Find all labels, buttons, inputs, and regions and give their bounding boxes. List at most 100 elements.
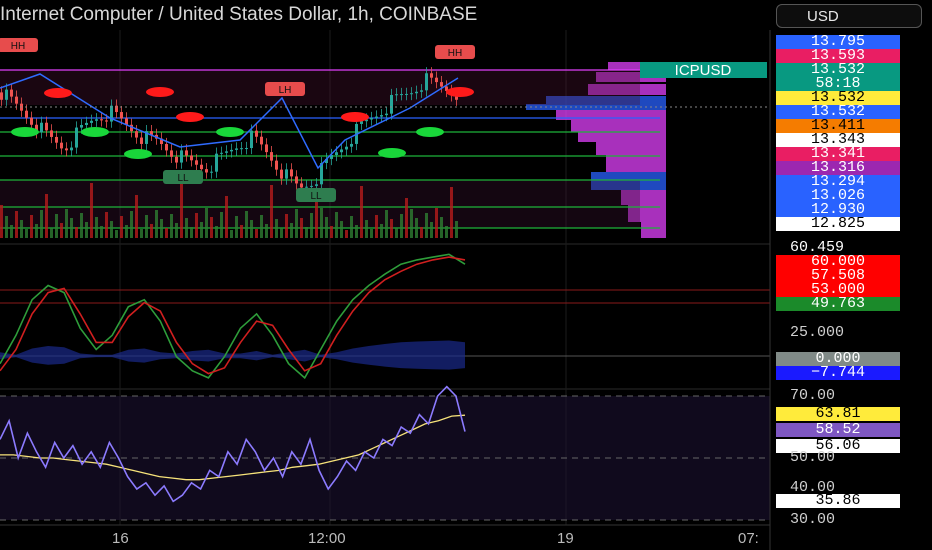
volume-bar [15, 211, 18, 238]
volume-bar [65, 209, 68, 238]
candle-body [60, 142, 63, 149]
axis-price-tag: 30.00 [790, 511, 836, 528]
volume-bar [205, 208, 208, 238]
candle-body [195, 160, 198, 165]
candle-body [240, 148, 243, 150]
signal-dot [378, 148, 406, 158]
candle-body [380, 115, 383, 117]
candle-body [310, 185, 313, 187]
volume-bar [90, 183, 93, 238]
volume-bar [0, 205, 3, 238]
candle-body [210, 171, 213, 173]
volume-bar [295, 209, 298, 238]
volume-bar [410, 209, 413, 238]
candle-body [45, 122, 48, 131]
axis-price-tag: 63.81 [776, 406, 900, 421]
candle-body [70, 147, 73, 151]
volume-profile-bar [641, 222, 666, 238]
candle-body [370, 118, 373, 120]
volume-bar [245, 211, 248, 238]
volume-bar [95, 217, 98, 238]
volume-bar [345, 230, 348, 238]
volume-bar [305, 227, 308, 238]
volume-bar [445, 226, 448, 238]
volume-bar [390, 219, 393, 238]
volume-bar [180, 184, 183, 238]
volume-bar [55, 214, 58, 238]
candle-body [340, 149, 343, 153]
candle-body [385, 113, 388, 116]
candle-body [10, 89, 13, 97]
candle-body [165, 144, 168, 151]
candle-body [120, 112, 123, 119]
candle-body [170, 150, 173, 157]
volume-bar [350, 216, 353, 238]
volume-bar [230, 230, 233, 238]
candle-body [15, 96, 18, 104]
candle-body [290, 169, 293, 177]
currency-selector[interactable]: USD [776, 4, 922, 28]
candle-body [65, 148, 68, 151]
volume-bar [405, 198, 408, 238]
candle-body [285, 169, 288, 179]
volume-bar [450, 187, 453, 238]
volume-bar [365, 220, 368, 238]
volume-bar [375, 215, 378, 238]
candle-body [235, 148, 238, 150]
candle-body [90, 120, 93, 123]
volume-bar [25, 229, 28, 238]
candle-body [295, 176, 298, 184]
volume-profile-bar [571, 120, 666, 132]
candle-body [190, 155, 193, 161]
volume-bar [335, 212, 338, 238]
volume-bar [150, 224, 153, 238]
candle-body [315, 184, 318, 186]
candle-body [220, 152, 223, 154]
candle-body [405, 93, 408, 95]
candle-body [435, 77, 438, 83]
candle-body [440, 82, 443, 87]
candle-body [305, 186, 308, 188]
volume-bar [115, 230, 118, 238]
volume-bar [315, 197, 318, 238]
volume-bar [105, 212, 108, 238]
volume-bar [155, 210, 158, 238]
pattern-label-text: LL [310, 191, 322, 202]
volume-bar [190, 227, 193, 238]
pattern-label-text: LL [177, 173, 189, 184]
candle-body [185, 150, 188, 156]
candle-body [390, 94, 393, 114]
signal-dot [44, 88, 72, 98]
candle-body [40, 122, 43, 133]
volume-bar [260, 215, 263, 238]
axis-price-tag: 35.86 [776, 493, 900, 508]
volume-bar [140, 229, 143, 238]
signal-dot [176, 112, 204, 122]
candle-body [25, 110, 28, 118]
volume-bar [275, 219, 278, 238]
candle-body [420, 90, 423, 92]
volume-bar [200, 222, 203, 238]
candle-body [410, 93, 413, 95]
candle-body [225, 151, 228, 153]
candle-body [335, 152, 338, 155]
volume-bar [165, 228, 168, 238]
candle-body [100, 119, 103, 121]
candle-body [5, 89, 8, 100]
volume-bar [160, 219, 163, 238]
candle-body [280, 169, 283, 179]
volume-bar [440, 217, 443, 238]
volume-bar [265, 224, 268, 238]
candle-body [270, 152, 273, 161]
symbol-label: ICPUSD [640, 62, 767, 79]
signal-dot [124, 149, 152, 159]
volume-bar [75, 227, 78, 238]
candle-body [300, 183, 303, 188]
candle-body [80, 125, 83, 128]
volume-profile-bar [596, 142, 666, 155]
volume-bar [175, 223, 178, 238]
candle-body [135, 131, 138, 138]
candle-body [430, 73, 433, 78]
chart-title: Internet Computer / United States Dollar… [0, 4, 478, 25]
x-tick-label: 16 [112, 530, 129, 547]
